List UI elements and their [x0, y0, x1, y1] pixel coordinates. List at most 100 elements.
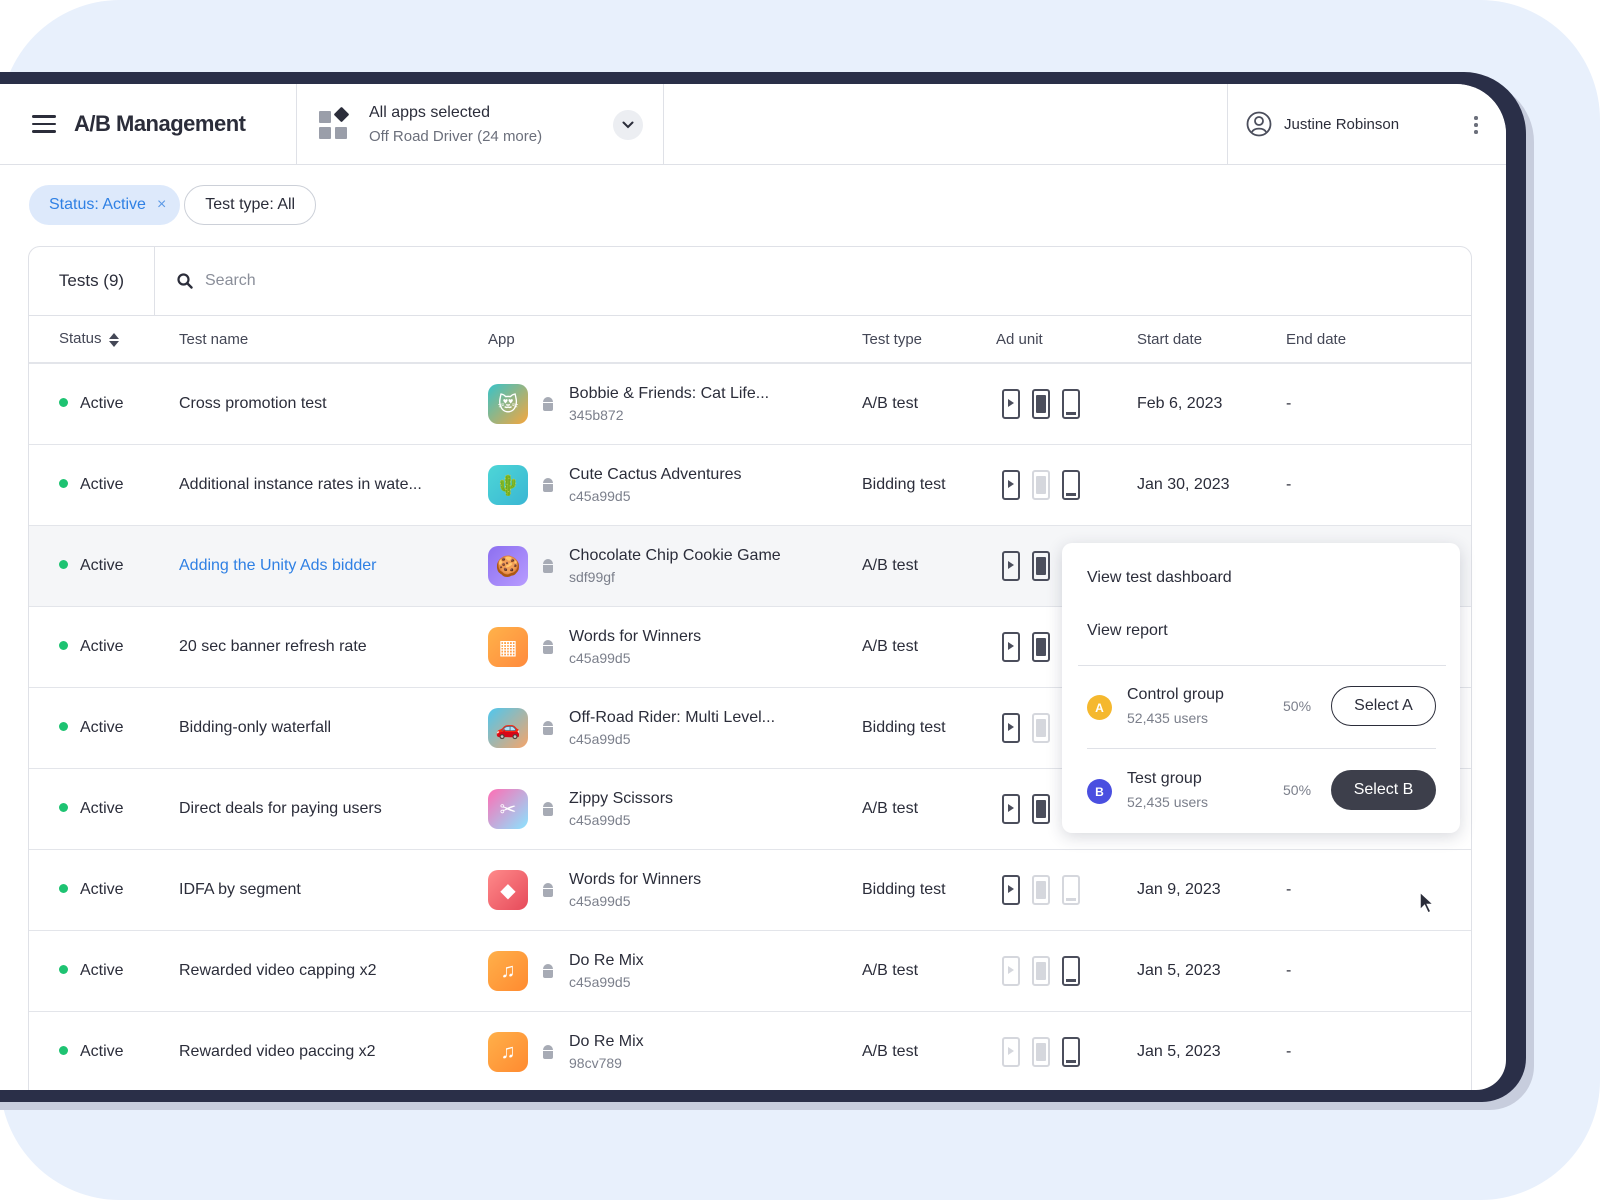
- menu-item-view-report[interactable]: View report: [1087, 622, 1168, 640]
- rewarded-icon: [1032, 713, 1050, 743]
- status-badge: Active: [59, 881, 124, 899]
- app-id: c45a99d5: [569, 974, 631, 990]
- start-date: Jan 9, 2023: [1137, 881, 1221, 898]
- start-date: Jan 5, 2023: [1137, 962, 1221, 979]
- select-a-button[interactable]: Select A: [1331, 686, 1436, 726]
- app-name: Zippy Scissors: [569, 790, 674, 807]
- header-spacer: [664, 84, 1228, 164]
- interstitial-icon: [1002, 794, 1020, 824]
- app-selector[interactable]: All apps selected Off Road Driver (24 mo…: [297, 84, 664, 164]
- test-name: Direct deals for paying users: [179, 800, 382, 817]
- tab-tests[interactable]: Tests (9): [29, 247, 155, 315]
- app-icon: 😻: [488, 384, 528, 424]
- interstitial-icon: [1002, 551, 1020, 581]
- table-row[interactable]: Active IDFA by segment ◆ Words for Winners c…: [29, 850, 1471, 931]
- interstitial-icon: [1002, 470, 1020, 500]
- close-icon[interactable]: ×: [157, 196, 166, 214]
- app-id: c45a99d5: [569, 893, 631, 909]
- table-row[interactable]: Active Rewarded video paccing x2 ♫ Do Re Mi…: [29, 1012, 1471, 1090]
- status-badge: Active: [59, 638, 124, 656]
- filter-chip-test-type[interactable]: Test type: All: [184, 185, 317, 225]
- rewarded-icon: [1032, 389, 1050, 419]
- interstitial-icon: [1002, 1037, 1020, 1067]
- status-badge: Active: [59, 962, 124, 980]
- end-date: -: [1286, 1043, 1292, 1060]
- test-type: A/B test: [862, 962, 919, 979]
- android-icon: [542, 883, 554, 897]
- user-avatar-icon: [1246, 111, 1272, 137]
- column-header-status[interactable]: Status: [59, 330, 119, 347]
- ad-units: [1002, 1037, 1080, 1067]
- status-badge: Active: [59, 476, 124, 494]
- app-icon: ♫: [488, 951, 528, 991]
- rewarded-icon: [1032, 551, 1050, 581]
- table-header: Status Test name App Test type Ad unit S…: [29, 316, 1471, 364]
- active-status-dot: [59, 722, 68, 732]
- app-cell: 🌵 Cute Cactus Adventures c45a99d5: [488, 465, 742, 505]
- app-selector-subtitle: Off Road Driver (24 more): [369, 127, 543, 145]
- select-b-button[interactable]: Select B: [1331, 770, 1436, 810]
- menu-icon[interactable]: [32, 115, 56, 133]
- test-type: A/B test: [862, 800, 919, 817]
- active-status-dot: [59, 479, 68, 489]
- column-header-end-date: End date: [1286, 330, 1347, 348]
- filter-chip-label: Status: Active: [49, 196, 146, 213]
- app-name: Bobbie & Friends: Cat Life...: [569, 385, 770, 402]
- active-status-dot: [59, 1046, 68, 1056]
- sort-icon[interactable]: [108, 332, 119, 348]
- app-icon: ▦: [488, 627, 528, 667]
- menu-divider: [1087, 748, 1436, 749]
- app-id: c45a99d5: [569, 812, 631, 828]
- user-name: Justine Robinson: [1284, 115, 1400, 133]
- user-menu[interactable]: Justine Robinson: [1228, 84, 1506, 164]
- end-date: -: [1286, 881, 1292, 898]
- ad-units: [1002, 470, 1080, 500]
- app-id: c45a99d5: [569, 731, 631, 747]
- menu-item-view-dashboard[interactable]: View test dashboard: [1087, 569, 1232, 587]
- device-frame: A/B Management All apps selected Off Roa…: [0, 72, 1526, 1102]
- table-row[interactable]: Active Rewarded video capping x2 ♫ Do Re Mi…: [29, 931, 1471, 1012]
- group-percentage: 50%: [1283, 782, 1312, 798]
- app-name: Do Re Mix: [569, 1033, 644, 1050]
- rewarded-icon: [1032, 1037, 1050, 1067]
- start-date: Jan 5, 2023: [1137, 1043, 1221, 1060]
- table-row[interactable]: Active Additional instance rates in wate.…: [29, 445, 1471, 526]
- android-icon: [542, 397, 554, 411]
- test-type: Bidding test: [862, 719, 946, 736]
- rewarded-icon: [1032, 470, 1050, 500]
- active-status-dot: [59, 884, 68, 894]
- active-status-dot: [59, 560, 68, 570]
- search-input[interactable]: [205, 272, 805, 290]
- table-row[interactable]: Active Cross promotion test 😻 Bobbie & Frie…: [29, 364, 1471, 445]
- group-a-badge: A: [1087, 695, 1112, 720]
- control-group: A Control group 52,435 users 50% Select …: [1087, 682, 1436, 732]
- more-options-icon[interactable]: [1474, 116, 1478, 134]
- chevron-down-icon[interactable]: [613, 110, 643, 140]
- rewarded-icon: [1032, 956, 1050, 986]
- test-name: 20 sec banner refresh rate: [179, 638, 367, 655]
- test-name[interactable]: Adding the Unity Ads bidder: [179, 557, 376, 575]
- test-name: Rewarded video paccing x2: [179, 1043, 376, 1060]
- test-type: Bidding test: [862, 881, 946, 898]
- interstitial-icon: [1002, 875, 1020, 905]
- start-date: Feb 6, 2023: [1137, 395, 1223, 412]
- android-icon: [542, 478, 554, 492]
- status-badge: Active: [59, 557, 124, 575]
- ad-units: [1002, 875, 1080, 905]
- app-name: Words for Winners: [569, 871, 702, 888]
- status-badge: Active: [59, 800, 124, 818]
- status-badge: Active: [59, 395, 124, 413]
- banner-icon: [1062, 875, 1080, 905]
- test-name: Additional instance rates in wate...: [179, 476, 422, 493]
- app-icon: ✂: [488, 789, 528, 829]
- app-id: c45a99d5: [569, 488, 631, 504]
- test-name: Rewarded video capping x2: [179, 962, 377, 979]
- app-icon: 🌵: [488, 465, 528, 505]
- android-icon: [542, 964, 554, 978]
- filter-chip-label: Test type: All: [205, 196, 296, 213]
- interstitial-icon: [1002, 713, 1020, 743]
- filter-chip-status[interactable]: Status: Active ×: [29, 185, 181, 225]
- test-type: A/B test: [862, 638, 919, 655]
- test-name: Cross promotion test: [179, 395, 327, 412]
- app-cell: 😻 Bobbie & Friends: Cat Life... 345b872: [488, 384, 769, 424]
